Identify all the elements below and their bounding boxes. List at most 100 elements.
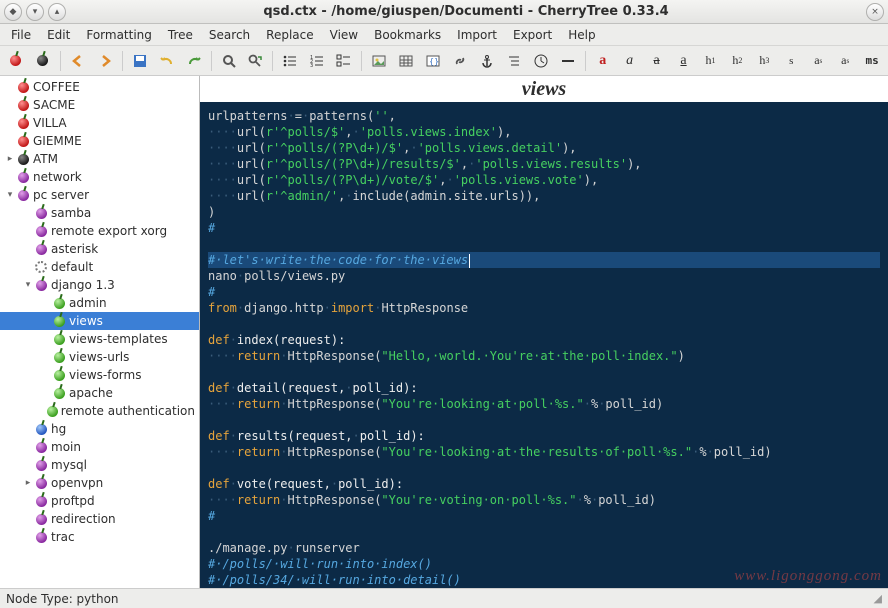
tree-item-admin[interactable]: admin xyxy=(0,294,199,312)
font-color-icon[interactable]: a xyxy=(591,49,615,73)
tree-item-views-templates[interactable]: views-templates xyxy=(0,330,199,348)
undo-icon[interactable] xyxy=(155,49,179,73)
minimize-button[interactable]: ▾ xyxy=(26,3,44,21)
maximize-button[interactable]: ▴ xyxy=(48,3,66,21)
tree-panel[interactable]: COFFEE SACME VILLAGIEMME ▸ ATM network ▾ pc ser… xyxy=(0,76,200,588)
tree-label: pc server xyxy=(33,188,89,202)
tree-item-samba[interactable]: samba xyxy=(0,204,199,222)
tree-item-mysql[interactable]: mysql xyxy=(0,456,199,474)
cherry-purple-icon xyxy=(16,170,30,184)
tree-item-django-1.3[interactable]: ▾django 1.3 xyxy=(0,276,199,294)
menu-export[interactable]: Export xyxy=(506,26,559,44)
menu-file[interactable]: File xyxy=(4,26,38,44)
tree-item-villa[interactable]: VILLA xyxy=(0,114,199,132)
tree-label: ATM xyxy=(33,152,58,166)
tree-item-default[interactable]: default xyxy=(0,258,199,276)
cherry-purple-icon xyxy=(34,242,48,256)
expander-icon[interactable]: ▾ xyxy=(22,280,34,290)
menu-bookmarks[interactable]: Bookmarks xyxy=(367,26,448,44)
code-editor[interactable]: urlpatterns·=·patterns('', ····url(r'^po… xyxy=(200,102,888,588)
tree-item-sacme[interactable]: SACME xyxy=(0,96,199,114)
tree-label: trac xyxy=(51,530,75,544)
cherry-green-icon xyxy=(52,350,66,364)
menu-formatting[interactable]: Formatting xyxy=(79,26,159,44)
close-button[interactable]: × xyxy=(866,3,884,21)
h1-icon[interactable]: h1 xyxy=(699,49,723,73)
tree-item-redirection[interactable]: redirection xyxy=(0,510,199,528)
tree-label: proftpd xyxy=(51,494,95,508)
cherry-black-icon xyxy=(16,152,30,166)
gear-icon xyxy=(34,260,48,274)
tree-item-views[interactable]: views xyxy=(0,312,199,330)
menu-import[interactable]: Import xyxy=(450,26,504,44)
underline-icon[interactable]: a xyxy=(672,49,696,73)
cherry-red-icon[interactable] xyxy=(4,49,28,73)
insert-image-icon[interactable] xyxy=(367,49,391,73)
tree-item-hg[interactable]: hg xyxy=(0,420,199,438)
menu-search[interactable]: Search xyxy=(202,26,257,44)
cherry-green-icon xyxy=(47,404,58,418)
cherry-red-icon xyxy=(16,134,30,148)
tree-label: SACME xyxy=(33,98,75,112)
resize-grip-icon[interactable]: ◢ xyxy=(874,592,882,605)
replace-icon[interactable] xyxy=(244,49,268,73)
tree-item-moin[interactable]: moin xyxy=(0,438,199,456)
tree-item-asterisk[interactable]: asterisk xyxy=(0,240,199,258)
small-icon[interactable]: s xyxy=(779,49,803,73)
anchor-icon[interactable] xyxy=(475,49,499,73)
tree-item-pc-server[interactable]: ▾ pc server xyxy=(0,186,199,204)
search-icon[interactable] xyxy=(217,49,241,73)
subscript-icon[interactable]: as xyxy=(833,49,857,73)
cherry-red-icon xyxy=(16,98,30,112)
tree-item-trac[interactable]: trac xyxy=(0,528,199,546)
menu-view[interactable]: View xyxy=(323,26,365,44)
tree-item-atm[interactable]: ▸ ATM xyxy=(0,150,199,168)
tree-item-views-urls[interactable]: views-urls xyxy=(0,348,199,366)
menu-help[interactable]: Help xyxy=(561,26,602,44)
tree-item-remote-authentication[interactable]: remote authentication xyxy=(0,402,199,420)
save-icon[interactable] xyxy=(128,49,152,73)
nav-forward-icon[interactable] xyxy=(93,49,117,73)
tree-item-remote-export-xorg[interactable]: remote export xorg xyxy=(0,222,199,240)
tree-item-giemme[interactable]: GIEMME xyxy=(0,132,199,150)
tree-item-views-forms[interactable]: views-forms xyxy=(0,366,199,384)
tree-label: views-urls xyxy=(69,350,129,364)
h2-icon[interactable]: h2 xyxy=(725,49,749,73)
italic-icon[interactable]: a xyxy=(618,49,642,73)
redo-icon[interactable] xyxy=(182,49,206,73)
cherry-purple-icon xyxy=(16,188,30,202)
expander-icon[interactable]: ▸ xyxy=(22,478,34,488)
cherry-green-icon xyxy=(52,296,66,310)
menu-edit[interactable]: Edit xyxy=(40,26,77,44)
cherry-purple-icon xyxy=(34,440,48,454)
insert-codebox-icon[interactable]: {} xyxy=(421,49,445,73)
timestamp-icon[interactable] xyxy=(529,49,553,73)
expander-icon[interactable]: ▸ xyxy=(4,154,16,164)
window-menu-icon[interactable]: ◆ xyxy=(4,3,22,21)
hr-icon[interactable] xyxy=(556,49,580,73)
menu-tree[interactable]: Tree xyxy=(161,26,200,44)
tree-item-network[interactable]: network xyxy=(0,168,199,186)
list-todo-icon[interactable] xyxy=(332,49,356,73)
list-numbered-icon[interactable]: 123 xyxy=(305,49,329,73)
expander-icon[interactable]: ▾ xyxy=(4,190,16,200)
cherry-purple-icon xyxy=(34,476,48,490)
tree-item-openvpn[interactable]: ▸openvpn xyxy=(0,474,199,492)
tree-item-apache[interactable]: apache xyxy=(0,384,199,402)
cherry-black-icon[interactable] xyxy=(31,49,55,73)
cherry-red-icon xyxy=(16,116,30,130)
monospace-icon[interactable]: ms xyxy=(860,49,884,73)
tree-item-coffee[interactable]: COFFEE xyxy=(0,78,199,96)
superscript-icon[interactable]: as xyxy=(806,49,830,73)
insert-table-icon[interactable] xyxy=(394,49,418,73)
strikethrough-icon[interactable]: a xyxy=(645,49,669,73)
tree-item-proftpd[interactable]: proftpd xyxy=(0,492,199,510)
toc-icon[interactable] xyxy=(502,49,526,73)
link-icon[interactable] xyxy=(448,49,472,73)
nav-back-icon[interactable] xyxy=(66,49,90,73)
menu-replace[interactable]: Replace xyxy=(259,26,320,44)
h3-icon[interactable]: h3 xyxy=(752,49,776,73)
cherry-green-icon xyxy=(52,368,66,382)
list-bullet-icon[interactable] xyxy=(278,49,302,73)
cherry-purple-icon xyxy=(34,458,48,472)
